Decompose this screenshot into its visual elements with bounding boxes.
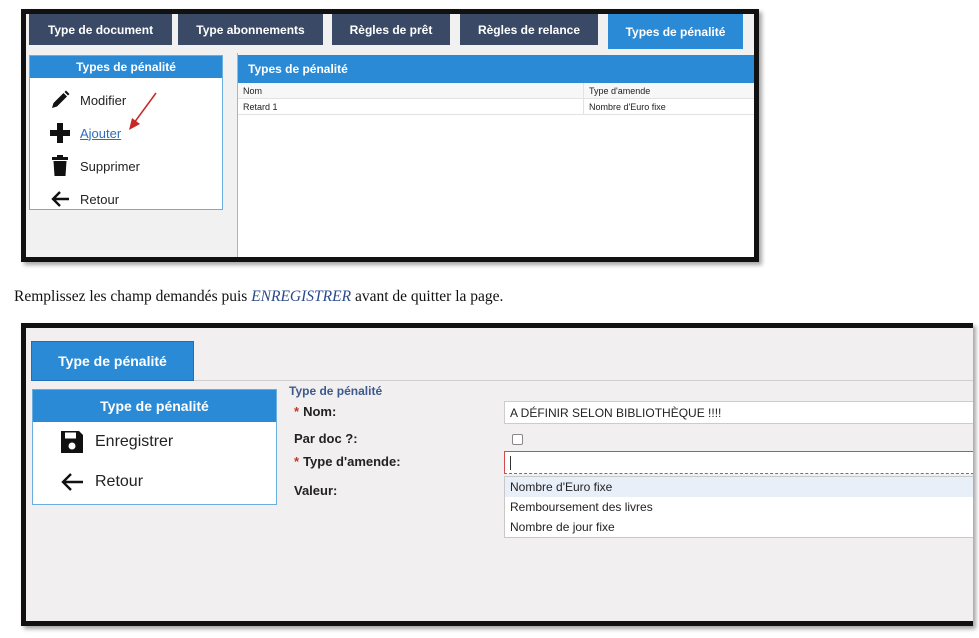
penalty-list-panel: Types de pénalité Nom Type d'amende Reta… [238, 55, 754, 257]
sidebar-item-modifier[interactable]: Modifier [48, 89, 126, 111]
sidebar-actions: Type de pénalité Enregistrer Retour [32, 389, 277, 505]
sidebar-item-label: Modifier [80, 92, 127, 108]
table-cell: Nombre d'Euro fixe [589, 101, 666, 112]
dropdown-option-euro-fixe[interactable]: Nombre d'Euro fixe [505, 477, 973, 497]
label-text: Type d'amende: [303, 454, 401, 469]
par-doc-checkbox[interactable] [512, 434, 523, 445]
instruction-emphasis: ENREGISTRER [251, 288, 352, 305]
sidebar-item-label: Supprimer [80, 158, 140, 174]
sidebar-item-ajouter[interactable]: Ajouter [48, 122, 121, 144]
type-amende-dropdown: Nombre d'Euro fixe Remboursement des liv… [504, 476, 973, 538]
annotation-arrow-icon [129, 92, 157, 130]
arrow-left-icon [48, 188, 72, 210]
required-mark: * [294, 454, 300, 469]
sidebar-item-retour[interactable]: Retour [48, 188, 119, 210]
label-par-doc: Par doc ?: [294, 431, 358, 446]
trash-icon [48, 155, 72, 177]
nom-input[interactable]: A DÉFINIR SELON BIBLIOTHÈQUE !!!! [504, 401, 973, 424]
text-caret [510, 455, 511, 470]
type-amende-input[interactable] [504, 451, 973, 474]
tab-regles-de-relance[interactable]: Règles de relance [460, 14, 598, 45]
screenshot-penalty-form: Type de pénalité Type de pénalité Enregi… [21, 323, 973, 626]
instruction-before: Remplissez les champ demandés puis [14, 288, 252, 305]
sidebar-item-label: Retour [95, 473, 144, 490]
instruction-after: avant de quitter la page. [351, 288, 504, 305]
tab-type-abonnements[interactable]: Type abonnements [178, 14, 323, 45]
required-mark: * [294, 404, 300, 419]
tab-underline [194, 380, 973, 381]
label-nom: * Nom: [294, 404, 336, 419]
label-text: Nom: [303, 404, 337, 419]
tab-regles-de-pret[interactable]: Règles de prêt [332, 14, 450, 45]
sidebar-title: Types de pénalité [30, 56, 222, 78]
screenshot-penalty-list: Type de document Type abonnements Règles… [21, 9, 759, 262]
label-valeur: Valeur: [294, 483, 338, 498]
table-row[interactable]: Retard 1 Nombre d'Euro fixe [238, 99, 754, 115]
table-cell: Retard 1 [238, 99, 584, 114]
form-title: Type de pénalité [289, 384, 383, 398]
tab-bar: Type de document Type abonnements Règles… [26, 14, 754, 51]
sidebar-item-label: Ajouter [80, 125, 122, 141]
sidebar-item-label: Retour [80, 191, 120, 207]
column-header-type-amende[interactable]: Type d'amende [584, 83, 754, 98]
tab-type-de-penalite[interactable]: Type de pénalité [31, 341, 194, 381]
dropdown-option-jour-fixe[interactable]: Nombre de jour fixe [505, 517, 973, 537]
sidebar-title: Type de pénalité [33, 390, 276, 422]
sidebar-item-supprimer[interactable]: Supprimer [48, 155, 140, 177]
arrow-left-icon [59, 468, 85, 496]
instruction-text: Remplissez les champ demandés puis ENREG… [14, 288, 503, 306]
tab-types-de-penalite[interactable]: Types de pénalité [608, 14, 743, 49]
dropdown-option-remboursement[interactable]: Remboursement des livres [505, 497, 973, 517]
sidebar-item-label: Enregistrer [95, 433, 174, 450]
sidebar-item-retour[interactable]: Retour [59, 468, 143, 496]
label-type-amende: * Type d'amende: [294, 454, 401, 469]
table-header: Nom Type d'amende [238, 83, 754, 99]
pencil-icon [48, 89, 72, 111]
save-icon [59, 428, 85, 456]
tab-type-de-document[interactable]: Type de document [29, 14, 172, 45]
plus-icon [48, 122, 72, 144]
panel-title: Types de pénalité [238, 55, 754, 83]
sidebar-actions: Types de pénalité Modifier Ajouter Suppr… [29, 55, 223, 210]
column-header-nom[interactable]: Nom [238, 83, 584, 98]
sidebar-item-enregistrer[interactable]: Enregistrer [59, 428, 173, 456]
